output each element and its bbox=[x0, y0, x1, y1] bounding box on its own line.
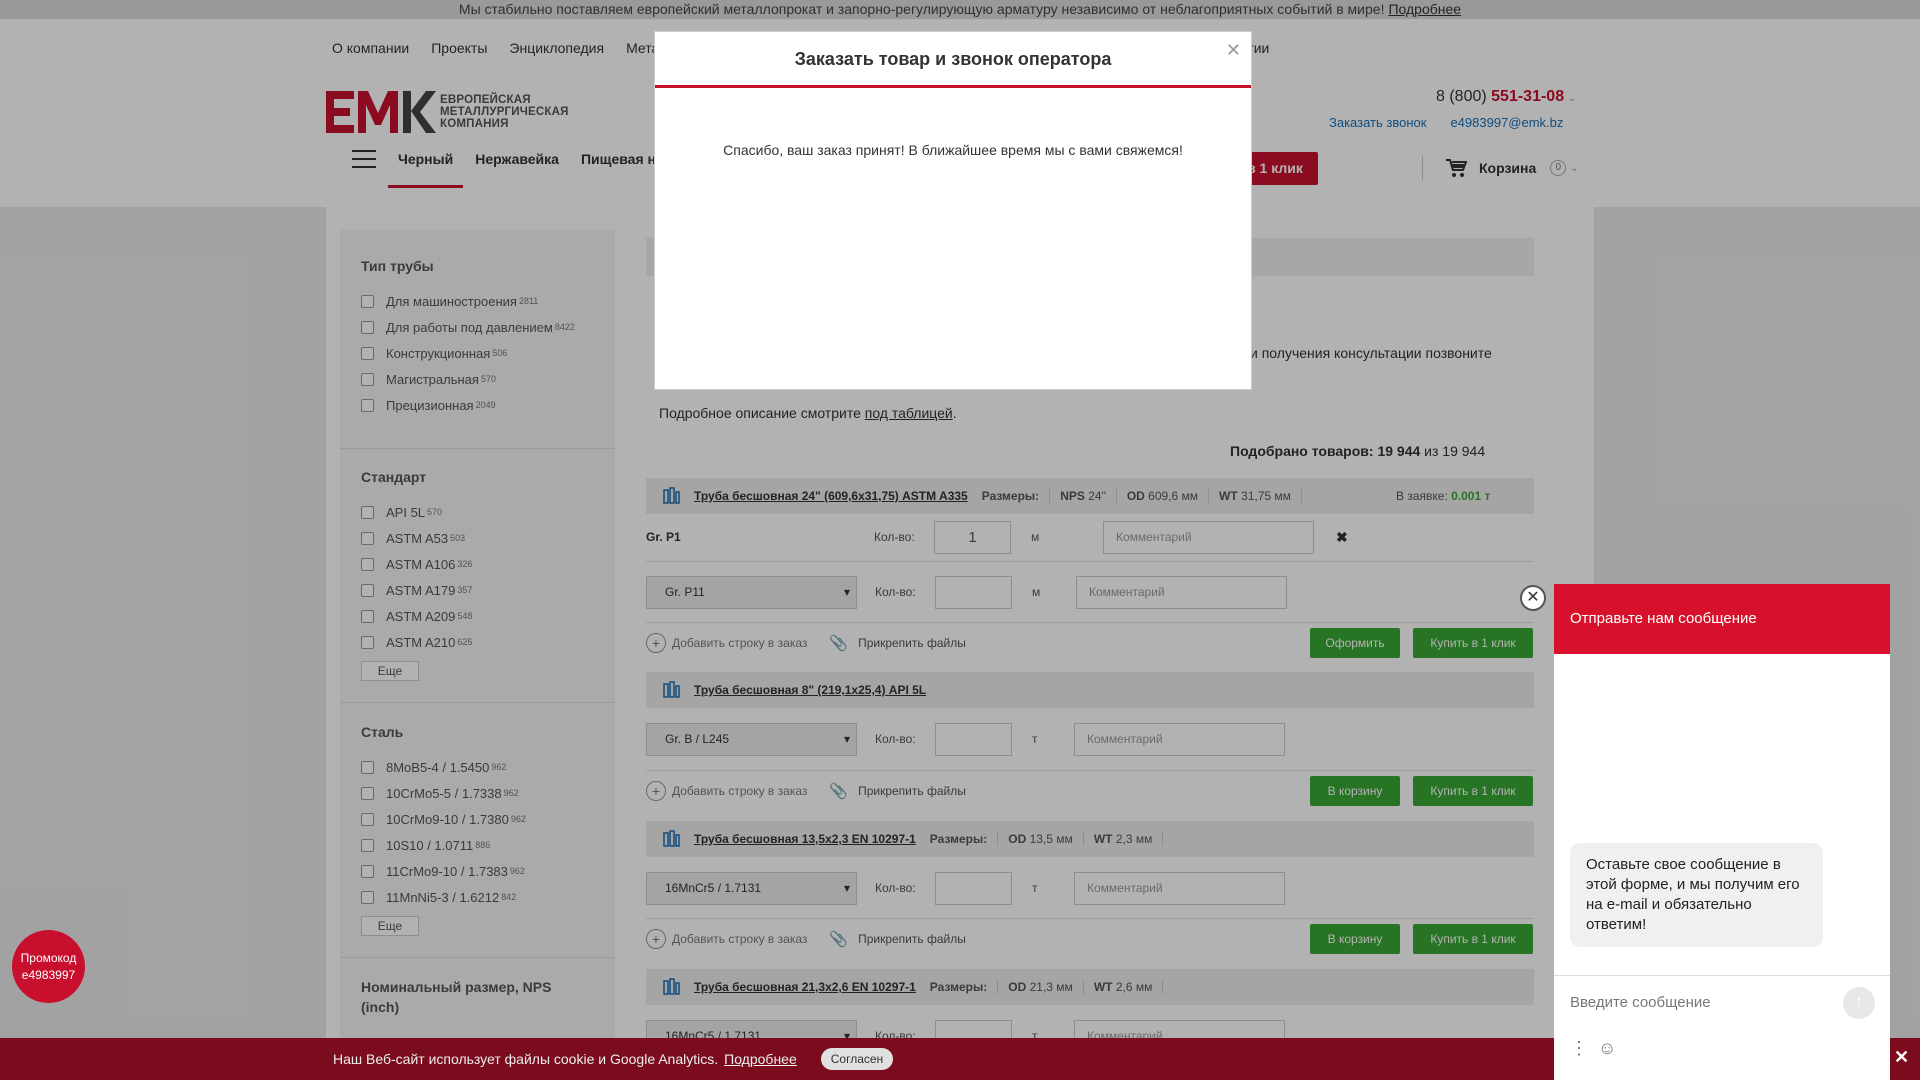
chat-title: Отправьте нам сообщение bbox=[1554, 584, 1890, 654]
order-modal: Заказать товар и звонок оператора ✕ Спас… bbox=[654, 31, 1252, 390]
chat-widget: Отправьте нам сообщение Оставьте свое со… bbox=[1554, 584, 1890, 1080]
chat-close-icon[interactable]: ✕ bbox=[1520, 585, 1546, 611]
promo-code-badge[interactable]: Промокод e4983997 bbox=[12, 930, 85, 1003]
more-vertical-icon[interactable]: ⋮ bbox=[1570, 1038, 1588, 1059]
chat-message-input[interactable]: Введите сообщение bbox=[1554, 975, 1890, 1031]
emoji-icon[interactable]: ☺ bbox=[1598, 1038, 1616, 1059]
close-icon[interactable]: ✕ bbox=[1226, 40, 1241, 61]
cookie-agree-button[interactable]: Согласен bbox=[820, 1048, 894, 1070]
chat-footer: ⋮ ☺ bbox=[1570, 1038, 1616, 1059]
cookie-text: Наш Веб-сайт использует файлы cookie и G… bbox=[333, 1051, 719, 1067]
send-icon[interactable]: ↑ bbox=[1843, 987, 1875, 1019]
modal-message: Спасибо, ваш заказ принят! В ближайшее в… bbox=[723, 142, 1183, 158]
promo-code: e4983997 bbox=[21, 968, 76, 982]
cookie-more-link[interactable]: Подробнее bbox=[724, 1051, 797, 1067]
modal-title: Заказать товар и звонок оператора bbox=[655, 32, 1251, 88]
close-icon[interactable]: ✕ bbox=[1894, 1047, 1909, 1068]
promo-label: Промокод bbox=[20, 951, 77, 965]
chat-bubble: Оставьте свое сообщение в этой форме, и … bbox=[1570, 843, 1823, 947]
